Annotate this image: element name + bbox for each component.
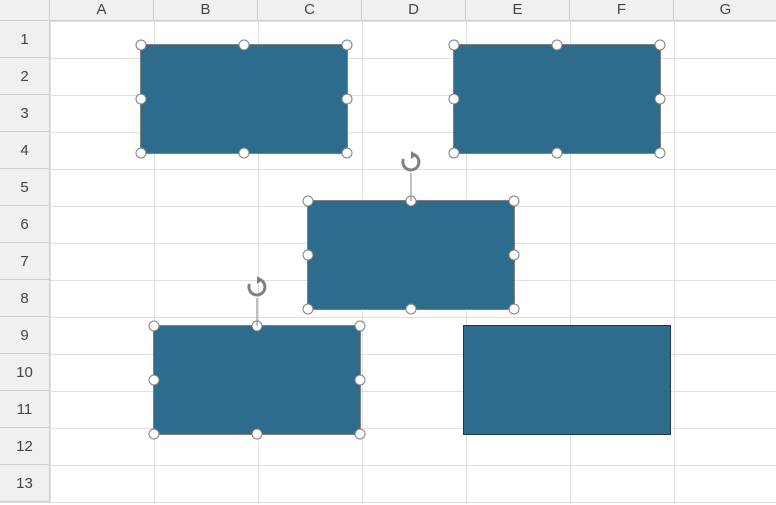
resize-handle[interactable]	[552, 148, 563, 159]
resize-handle[interactable]	[509, 196, 520, 207]
resize-handle[interactable]	[449, 94, 460, 105]
resize-handle[interactable]	[355, 321, 366, 332]
row-header[interactable]: 12	[0, 428, 50, 465]
resize-handle[interactable]	[239, 40, 250, 51]
gridline-vertical	[674, 0, 675, 502]
row-header[interactable]: 13	[0, 465, 50, 502]
row-header[interactable]: 11	[0, 391, 50, 428]
row-header[interactable]: 8	[0, 280, 50, 317]
rectangle-shape[interactable]	[453, 44, 661, 154]
resize-handle[interactable]	[406, 304, 417, 315]
column-header[interactable]: E	[466, 0, 570, 21]
select-all-corner[interactable]	[0, 0, 50, 21]
resize-handle[interactable]	[655, 40, 666, 51]
resize-handle[interactable]	[355, 375, 366, 386]
resize-handle[interactable]	[149, 321, 160, 332]
gridline-horizontal	[0, 317, 776, 318]
resize-handle[interactable]	[303, 304, 314, 315]
resize-handle[interactable]	[355, 429, 366, 440]
resize-handle[interactable]	[509, 304, 520, 315]
column-header[interactable]: D	[362, 0, 466, 21]
resize-handle[interactable]	[342, 94, 353, 105]
resize-handle[interactable]	[149, 429, 160, 440]
rectangle-shape[interactable]	[463, 325, 671, 435]
column-header[interactable]: A	[50, 0, 154, 21]
resize-handle[interactable]	[342, 148, 353, 159]
resize-handle[interactable]	[655, 94, 666, 105]
gridline-horizontal	[0, 21, 776, 22]
resize-handle[interactable]	[136, 40, 147, 51]
resize-handle[interactable]	[449, 40, 460, 51]
column-header[interactable]: B	[154, 0, 258, 21]
column-header[interactable]: F	[570, 0, 674, 21]
gridline-horizontal	[0, 502, 776, 503]
column-header[interactable]: C	[258, 0, 362, 21]
spreadsheet-canvas[interactable]: ABCDEFG12345678910111213	[0, 0, 776, 505]
resize-handle[interactable]	[149, 375, 160, 386]
row-header[interactable]: 4	[0, 132, 50, 169]
row-header[interactable]: 3	[0, 95, 50, 132]
rectangle-shape[interactable]	[140, 44, 348, 154]
gridline-horizontal	[0, 169, 776, 170]
row-header[interactable]: 9	[0, 317, 50, 354]
row-header[interactable]: 1	[0, 21, 50, 58]
resize-handle[interactable]	[449, 148, 460, 159]
resize-handle[interactable]	[239, 148, 250, 159]
resize-handle[interactable]	[406, 196, 417, 207]
row-header[interactable]: 5	[0, 169, 50, 206]
rectangle-shape[interactable]	[307, 200, 515, 310]
row-header[interactable]: 6	[0, 206, 50, 243]
resize-handle[interactable]	[655, 148, 666, 159]
row-header[interactable]: 7	[0, 243, 50, 280]
rotate-handle[interactable]	[246, 276, 268, 298]
row-header[interactable]: 10	[0, 354, 50, 391]
gridline-horizontal	[0, 465, 776, 466]
row-header[interactable]: 2	[0, 58, 50, 95]
rectangle-shape[interactable]	[153, 325, 361, 435]
column-header[interactable]: G	[674, 0, 776, 21]
resize-handle[interactable]	[136, 94, 147, 105]
resize-handle[interactable]	[303, 250, 314, 261]
gridline-vertical	[50, 0, 51, 502]
resize-handle[interactable]	[552, 40, 563, 51]
resize-handle[interactable]	[252, 321, 263, 332]
resize-handle[interactable]	[509, 250, 520, 261]
resize-handle[interactable]	[252, 429, 263, 440]
rotate-handle[interactable]	[400, 151, 422, 173]
resize-handle[interactable]	[136, 148, 147, 159]
resize-handle[interactable]	[342, 40, 353, 51]
resize-handle[interactable]	[303, 196, 314, 207]
